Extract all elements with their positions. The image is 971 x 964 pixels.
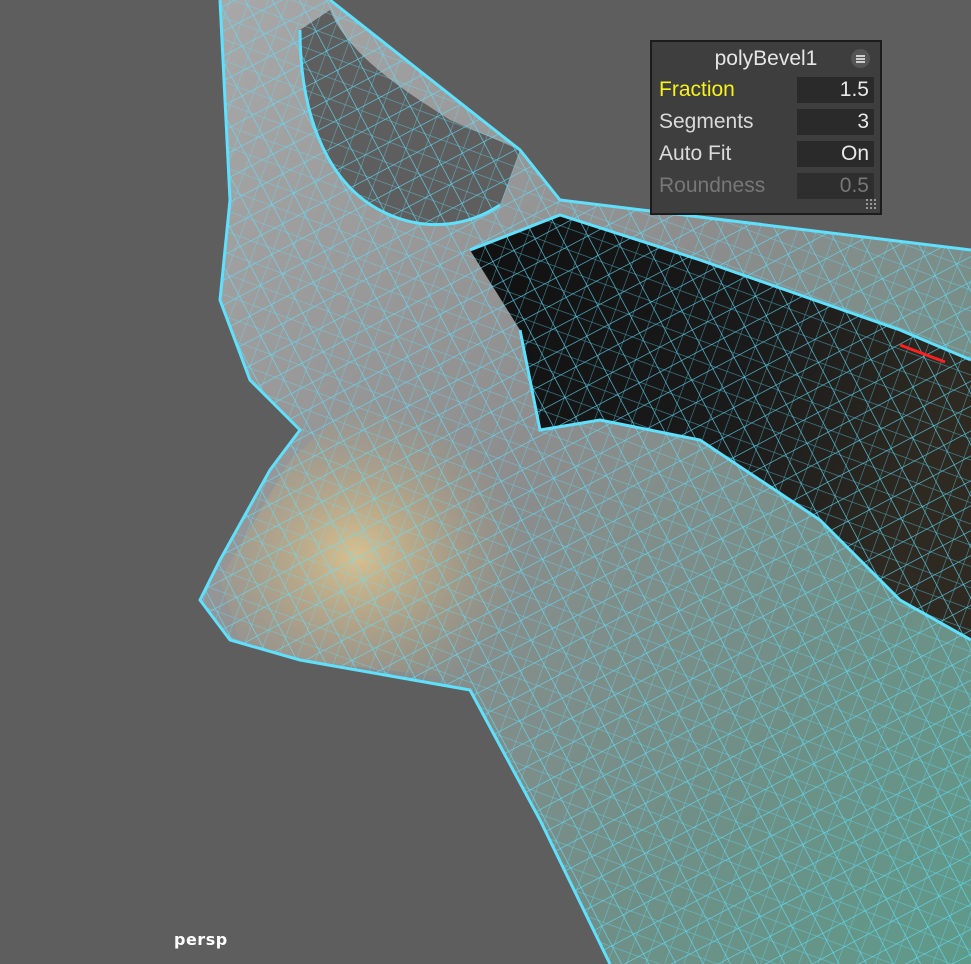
segments-label: Segments: [659, 110, 754, 133]
roundness-value-field: 0.5: [797, 173, 874, 199]
3d-viewport[interactable]: persp polyBevel1 Fraction 1.5 Segments 3…: [0, 0, 971, 964]
hud-title: polyBevel1: [652, 42, 880, 74]
hamburger-menu-icon[interactable]: [851, 49, 870, 68]
segments-value-field[interactable]: 3: [797, 109, 874, 135]
camera-label: persp: [174, 930, 228, 949]
roundness-label: Roundness: [659, 174, 766, 197]
fraction-value-field[interactable]: 1.5: [797, 77, 874, 103]
auto-fit-value-field[interactable]: On: [797, 141, 874, 167]
hud-row-roundness: Roundness 0.5: [652, 170, 880, 202]
resize-grip-icon[interactable]: [865, 198, 877, 210]
hud-row-fraction[interactable]: Fraction 1.5: [652, 74, 880, 106]
in-view-editor-polybevel[interactable]: polyBevel1 Fraction 1.5 Segments 3 Auto …: [650, 40, 882, 215]
hud-row-auto-fit[interactable]: Auto Fit On: [652, 138, 880, 170]
hud-title-text: polyBevel1: [714, 47, 818, 70]
auto-fit-label: Auto Fit: [659, 142, 732, 165]
fraction-label: Fraction: [659, 78, 735, 101]
hud-row-segments[interactable]: Segments 3: [652, 106, 880, 138]
